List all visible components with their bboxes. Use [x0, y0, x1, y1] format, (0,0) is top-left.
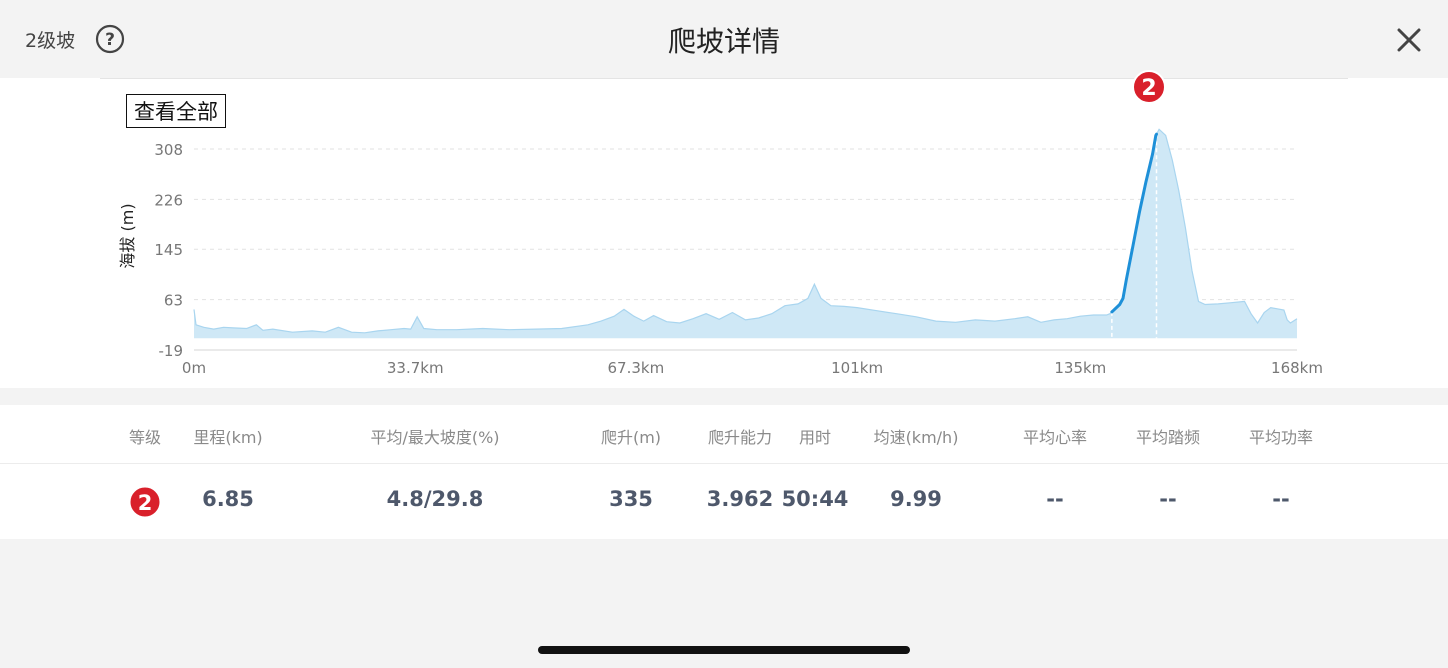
table-header: 等级 里程(km) 平均/最大坡度(%) 爬升(m) 爬升能力 用时 均速(km… — [0, 405, 1448, 464]
cell-avg-power: -- — [1272, 487, 1290, 511]
x-tick-label: 135km — [1054, 359, 1106, 377]
header-avg-cadence: 平均踏频 — [1135, 428, 1201, 447]
header-climb: 爬升(m) — [600, 428, 662, 447]
home-indicator[interactable] — [538, 646, 910, 654]
header-grade: 等级 — [128, 428, 162, 447]
y-tick-label: -19 — [159, 342, 184, 360]
elevation-chart[interactable]: 308 226 145 63 -19 0m 33.7km 67.3km 101km 135km 1… — [0, 0, 1448, 400]
x-tick-label: 168km — [1271, 359, 1323, 377]
x-tick-label: 33.7km — [387, 359, 444, 377]
cell-distance: 6.85 — [202, 487, 254, 511]
cell-time: 50:44 — [781, 487, 849, 511]
header-grade-avg-max: 平均/最大坡度(%) — [370, 428, 500, 447]
table-row[interactable]: 2 6.85 4.8/29.8 335 3.962 50:44 9.99 -- … — [0, 464, 1448, 539]
cell-climb-ability: 3.962 — [706, 487, 774, 511]
y-axis-label: 海拔 (m) — [118, 203, 137, 268]
y-tick-label: 308 — [154, 141, 183, 159]
elevation-area — [194, 129, 1297, 339]
header-time: 用时 — [798, 428, 832, 447]
cell-avg-cadence: -- — [1159, 487, 1177, 511]
x-axis-ticks: 0m 33.7km 67.3km 101km 135km 168km — [182, 359, 1323, 377]
grade-2-badge-icon: 2 — [128, 485, 162, 519]
cell-climb: 335 — [609, 487, 653, 511]
y-tick-label: 226 — [154, 191, 183, 209]
cell-avg-speed: 9.99 — [890, 487, 942, 511]
y-axis-ticks: 308 226 145 63 -19 — [154, 141, 183, 360]
climb-grade-marker[interactable]: 2 — [1132, 70, 1166, 104]
header-climb-ability: 爬升能力 — [707, 428, 773, 447]
y-tick-label: 63 — [164, 292, 183, 310]
header-avg-speed: 均速(km/h) — [873, 428, 959, 447]
x-tick-label: 101km — [831, 359, 883, 377]
header-avg-power: 平均功率 — [1248, 428, 1314, 447]
y-tick-label: 145 — [154, 241, 183, 259]
header-distance: 里程(km) — [193, 428, 263, 447]
climb-marker-label: 2 — [1141, 76, 1156, 101]
cell-grade-avg-max: 4.8/29.8 — [386, 487, 484, 511]
x-tick-label: 0m — [182, 359, 206, 377]
view-all-button[interactable]: 查看全部 — [126, 94, 226, 128]
x-tick-label: 67.3km — [608, 359, 665, 377]
climb-table: 等级 里程(km) 平均/最大坡度(%) 爬升(m) 爬升能力 用时 均速(km… — [0, 405, 1448, 539]
cell-avg-hr: -- — [1046, 487, 1064, 511]
grade-badge-label: 2 — [138, 491, 153, 515]
header-avg-hr: 平均心率 — [1022, 428, 1088, 447]
